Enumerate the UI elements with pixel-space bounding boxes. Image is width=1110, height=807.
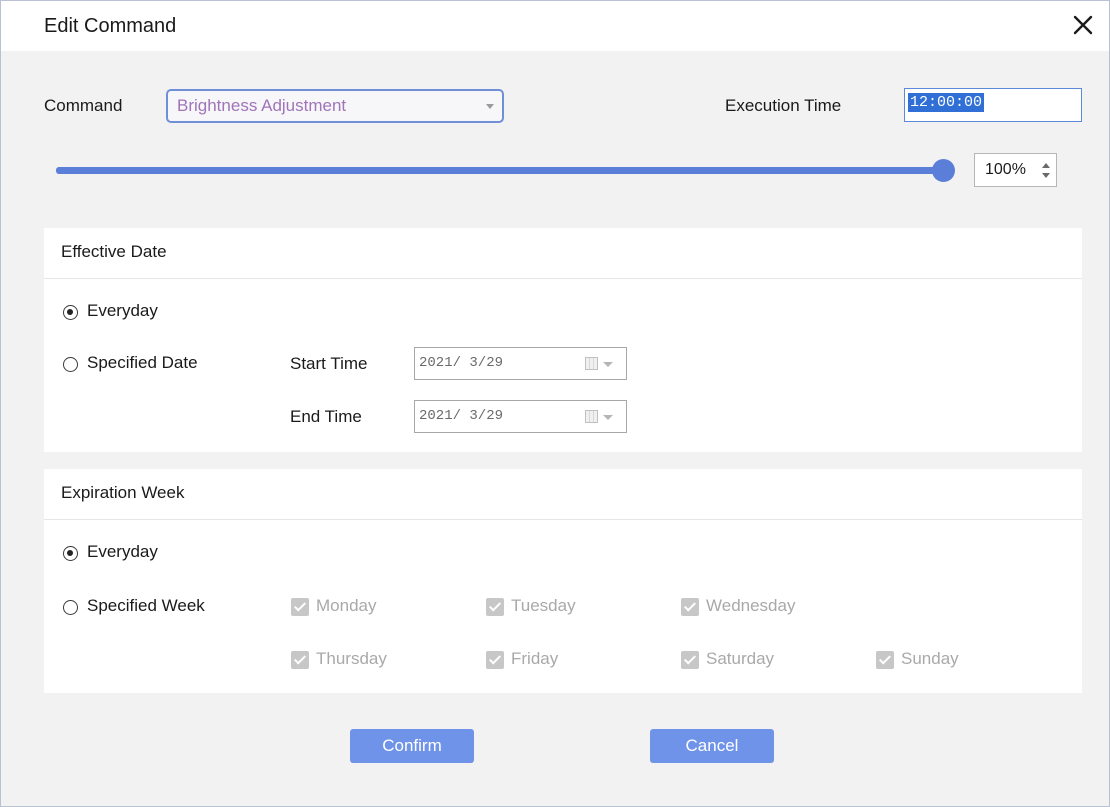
day-label: Monday: [316, 596, 377, 615]
execution-time-value: 12:00:00: [908, 93, 985, 112]
expiration-week-header: Expiration Week: [44, 469, 1082, 520]
day-label: Wednesday: [706, 596, 796, 615]
close-icon[interactable]: [1069, 11, 1097, 39]
effective-everyday-radio[interactable]: [63, 305, 78, 320]
week-specified-label[interactable]: Specified Week: [87, 596, 205, 616]
effective-specified-label[interactable]: Specified Date: [87, 353, 198, 373]
edit-command-dialog: Edit Command Command Brightness Adjustme…: [0, 0, 1110, 807]
execution-time-input[interactable]: 12:00:00: [904, 88, 1082, 122]
effective-date-panel: Effective Date Everyday Specified Date S…: [44, 228, 1082, 452]
effective-specified-radio[interactable]: [63, 357, 78, 372]
checkbox-icon: [876, 651, 894, 669]
chevron-down-icon: [486, 104, 494, 109]
command-selected-value: Brightness Adjustment: [177, 96, 347, 115]
week-everyday-radio[interactable]: [63, 546, 78, 561]
brightness-value: 100%: [985, 161, 1026, 178]
end-date-picker[interactable]: 2021/ 3/29: [414, 400, 627, 433]
brightness-spinbox[interactable]: 100%: [974, 153, 1057, 187]
day-label: Thursday: [316, 649, 387, 668]
checkbox-icon: [486, 598, 504, 616]
week-everyday-label[interactable]: Everyday: [87, 542, 158, 562]
command-label: Command: [44, 96, 123, 115]
day-label: Tuesday: [511, 596, 576, 615]
checkbox-icon: [291, 651, 309, 669]
calendar-icon[interactable]: [585, 357, 598, 370]
command-select[interactable]: Brightness Adjustment: [166, 89, 504, 123]
expiration-week-title: Expiration Week: [61, 483, 185, 502]
execution-time-label: Execution Time: [725, 96, 842, 115]
spin-up-icon[interactable]: [1042, 163, 1050, 168]
calendar-icon[interactable]: [585, 410, 598, 423]
spin-down-icon[interactable]: [1042, 173, 1050, 178]
day-label: Saturday: [706, 649, 775, 668]
cancel-button[interactable]: Cancel: [650, 729, 774, 763]
effective-everyday-label[interactable]: Everyday: [87, 301, 158, 321]
day-label: Friday: [511, 649, 559, 668]
brightness-slider-thumb[interactable]: [932, 159, 955, 182]
effective-date-header: Effective Date: [44, 228, 1082, 279]
expiration-week-panel: Expiration Week Everyday Specified Week …: [44, 469, 1082, 693]
effective-date-title: Effective Date: [61, 242, 167, 261]
dialog-title: Edit Command: [44, 15, 177, 37]
checkbox-icon: [291, 598, 309, 616]
start-time-label: Start Time: [290, 354, 368, 373]
title-bar: Edit Command: [1, 1, 1109, 51]
day-label: Sunday: [901, 649, 959, 668]
start-date-picker[interactable]: 2021/ 3/29: [414, 347, 627, 380]
chevron-down-icon[interactable]: [603, 362, 613, 367]
end-date-value: 2021/ 3/29: [419, 408, 504, 424]
confirm-button[interactable]: Confirm: [350, 729, 474, 763]
checkbox-icon: [681, 651, 699, 669]
checkbox-icon: [681, 598, 699, 616]
end-time-label: End Time: [290, 407, 362, 426]
start-date-value: 2021/ 3/29: [419, 355, 504, 371]
week-specified-radio[interactable]: [63, 600, 78, 615]
brightness-slider[interactable]: [56, 159, 955, 182]
chevron-down-icon[interactable]: [603, 415, 613, 420]
checkbox-icon: [486, 651, 504, 669]
brightness-slider-fill: [56, 167, 944, 174]
